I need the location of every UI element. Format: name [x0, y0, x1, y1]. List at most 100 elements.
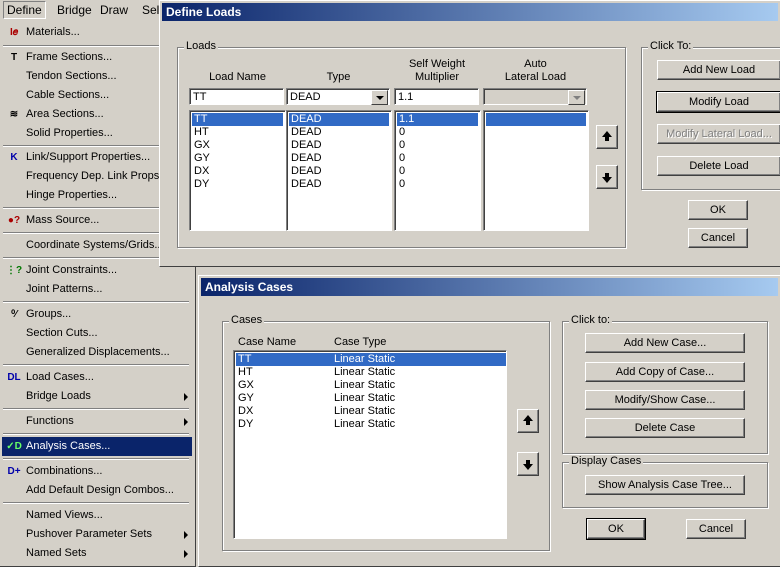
delete-case-button[interactable]: Delete Case [585, 418, 745, 438]
load-type-value: DEAD [290, 91, 321, 103]
menu-item-joint-patterns[interactable]: Joint Patterns... [2, 280, 192, 299]
move-down-button[interactable] [517, 452, 539, 476]
case-type: Linear Static [334, 366, 396, 378]
display-cases-label: Display Cases [569, 455, 644, 467]
list-item[interactable]: DEAD [289, 152, 389, 165]
groups-icon: ⁰⁄ [11, 309, 17, 320]
dialog-title: Analysis Cases [205, 280, 294, 294]
load-type-select[interactable]: DEAD [286, 88, 390, 105]
click-to-group: Click To: Add New Load Modify Load Modif… [641, 40, 780, 190]
list-item[interactable]: 1.1 [397, 113, 478, 126]
table-row[interactable]: DY Linear Static [236, 418, 504, 431]
list-item[interactable]: 0 [397, 139, 478, 152]
load-name-list[interactable]: TT HT GX GY DX DY [189, 110, 286, 231]
modify-load-button[interactable]: Modify Load [656, 91, 780, 113]
add-copy-of-case-button[interactable]: Add Copy of Case... [585, 362, 745, 382]
define-loads-ok-button[interactable]: OK [688, 200, 748, 220]
menu-separator [3, 408, 189, 410]
list-item[interactable]: HT [192, 126, 283, 139]
menu-bridge[interactable]: Bridge [57, 3, 92, 17]
self-weight-input[interactable]: 1.1 [394, 88, 479, 105]
load-type-list[interactable]: DEAD DEAD DEAD DEAD DEAD DEAD [286, 110, 392, 231]
list-item[interactable]: DEAD [289, 126, 389, 139]
analysis-cases-icon: ✓D [6, 441, 22, 452]
menu-select[interactable]: Sel [142, 3, 159, 17]
menu-item-default-design-combos[interactable]: Add Default Design Combos... [2, 481, 192, 500]
menu-define[interactable]: Define [3, 1, 46, 19]
chevron-down-icon[interactable] [371, 90, 388, 105]
list-item[interactable]: DX [192, 165, 283, 178]
table-row[interactable]: DX Linear Static [236, 405, 504, 418]
list-item[interactable]: 0 [397, 126, 478, 139]
menu-draw[interactable]: Draw [100, 3, 128, 17]
menu-item-combinations[interactable]: D+ Combinations... [2, 462, 192, 481]
menu-separator [3, 433, 189, 435]
menu-item-analysis-cases[interactable]: ✓D Analysis Cases... [2, 437, 192, 456]
submenu-arrow-icon [184, 393, 188, 401]
menu-separator [3, 301, 189, 303]
self-weight-list[interactable]: 1.1 0 0 0 0 0 [394, 110, 481, 231]
area-sections-icon: ≋ [9, 109, 19, 120]
menu-item-groups[interactable]: ⁰⁄ Groups... [2, 305, 192, 324]
cases-list[interactable]: TT Linear Static HT Linear Static GX Linear… [233, 350, 507, 539]
arrow-up-icon [523, 415, 533, 425]
list-item[interactable]: DEAD [289, 165, 389, 178]
menu-item-bridge-loads[interactable]: Bridge Loads [2, 387, 192, 406]
menu-item-section-cuts[interactable]: Section Cuts... [2, 324, 192, 343]
list-item[interactable] [486, 113, 586, 126]
menu-item-pushover-parameter-sets[interactable]: Pushover Parameter Sets [2, 525, 192, 544]
case-name: DY [238, 418, 254, 430]
menu-item-generalized-displacements[interactable]: Generalized Displacements... [2, 343, 192, 362]
list-item[interactable]: GY [192, 152, 283, 165]
modify-show-case-button[interactable]: Modify/Show Case... [585, 390, 745, 410]
list-item[interactable]: DEAD [289, 178, 389, 191]
define-loads-cancel-button[interactable]: Cancel [688, 228, 748, 248]
list-item[interactable]: DY [192, 178, 283, 191]
add-new-case-button[interactable]: Add New Case... [585, 333, 745, 353]
table-row[interactable]: TT Linear Static [236, 353, 506, 366]
menu-separator [3, 458, 189, 460]
table-row[interactable]: HT Linear Static [236, 366, 504, 379]
loads-group-label: Loads [184, 40, 218, 52]
submenu-arrow-icon [184, 531, 188, 539]
menu-separator [3, 502, 189, 504]
col-type: Type [326, 71, 351, 83]
click-to-label: Click To: [648, 40, 694, 52]
analysis-cases-ok-button[interactable]: OK [586, 518, 646, 540]
list-item[interactable]: TT [192, 113, 283, 126]
add-new-load-button[interactable]: Add New Load [657, 60, 780, 80]
load-name-input[interactable]: TT [189, 88, 284, 105]
joint-constraints-icon: ⋮? [5, 265, 23, 276]
load-cases-icon: DL [7, 372, 21, 383]
delete-load-button[interactable]: Delete Load [657, 156, 780, 176]
submenu-arrow-icon [184, 418, 188, 426]
col-case-type: Case Type [334, 336, 387, 348]
table-row[interactable]: GX Linear Static [236, 379, 504, 392]
menu-item-named-sets[interactable]: Named Sets [2, 544, 192, 563]
col-self-weight: Self Weight Multiplier [408, 58, 466, 83]
case-type: Linear Static [334, 353, 396, 365]
move-up-button[interactable] [517, 409, 539, 433]
menu-item-functions[interactable]: Functions [2, 412, 192, 431]
menu-item-named-views[interactable]: Named Views... [2, 506, 192, 525]
list-item[interactable]: DEAD [289, 139, 389, 152]
auto-lateral-list[interactable] [483, 110, 589, 231]
list-item[interactable]: 0 [397, 178, 478, 191]
mass-source-icon: ●? [7, 215, 21, 226]
list-item[interactable]: 0 [397, 165, 478, 178]
list-item[interactable]: GX [192, 139, 283, 152]
list-item[interactable]: DEAD [289, 113, 389, 126]
move-down-button[interactable] [596, 165, 618, 189]
display-cases-group: Display Cases Show Analysis Case Tree... [562, 455, 768, 508]
link-support-icon: K [10, 152, 18, 163]
show-analysis-case-tree-button[interactable]: Show Analysis Case Tree... [585, 475, 745, 495]
case-type: Linear Static [334, 392, 396, 404]
dialog-title: Define Loads [166, 5, 242, 19]
analysis-cases-cancel-button[interactable]: Cancel [686, 519, 746, 539]
menu-bar: Define Bridge Draw Sel [0, 0, 170, 21]
move-up-button[interactable] [596, 125, 618, 149]
auto-lateral-select [483, 88, 587, 105]
table-row[interactable]: GY Linear Static [236, 392, 504, 405]
menu-item-load-cases[interactable]: DL Load Cases... [2, 368, 192, 387]
list-item[interactable]: 0 [397, 152, 478, 165]
